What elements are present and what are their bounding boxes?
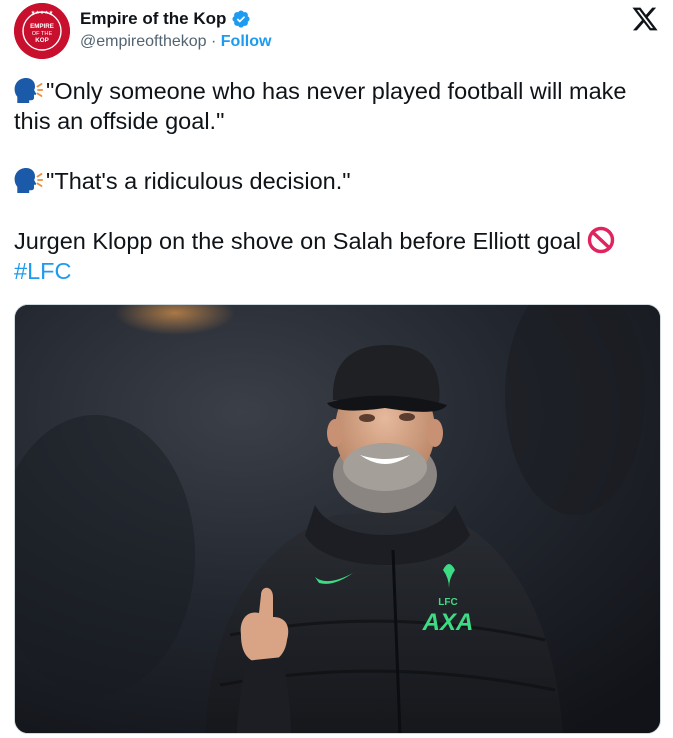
quote-2-text: "That's a ridiculous decision." <box>46 168 351 194</box>
klopp-photo: LFC AXA <box>15 305 660 733</box>
avatar[interactable]: ★★★★★ EMPIRE OF THE KOP <box>14 3 70 59</box>
tweet-card: ★★★★★ EMPIRE OF THE KOP Empire of the Ko… <box>0 0 673 738</box>
quote-1-text: "Only someone who has never played footb… <box>14 78 627 134</box>
shirt-sponsor-text: AXA <box>422 609 474 636</box>
account-info: Empire of the Kop @empireofthekop · Foll… <box>80 9 271 51</box>
handle-row: @empireofthekop · Follow <box>80 33 271 51</box>
handle[interactable]: @empireofthekop <box>80 33 207 50</box>
shirt-crest-text: LFC <box>438 597 457 608</box>
quote-paragraph-2: "That's a ridiculous decision." <box>14 166 659 196</box>
body-text: Jurgen Klopp on the shove on Salah befor… <box>14 228 582 254</box>
quote-paragraph-1: "Only someone who has never played footb… <box>14 76 659 136</box>
tweet-photo[interactable]: LFC AXA <box>14 304 661 734</box>
speaking-head-icon <box>14 77 44 103</box>
separator: · <box>210 33 217 50</box>
body-paragraph: Jurgen Klopp on the shove on Salah befor… <box>14 226 659 256</box>
x-logo-icon[interactable] <box>631 5 659 33</box>
empire-of-the-kop-logo: ★★★★★ EMPIRE OF THE KOP <box>14 3 70 59</box>
speaking-head-icon <box>14 167 44 193</box>
no-entry-icon <box>587 226 615 254</box>
svg-text:★★★★★: ★★★★★ <box>31 10 54 16</box>
hashtag-paragraph: #LFC <box>14 256 659 286</box>
verified-badge-icon <box>231 9 251 29</box>
hashtag-link[interactable]: #LFC <box>14 258 71 284</box>
tweet-header: ★★★★★ EMPIRE OF THE KOP Empire of the Ko… <box>14 3 659 61</box>
avatar-line-1: EMPIRE <box>30 23 54 30</box>
avatar-line-3: KOP <box>35 37 48 44</box>
display-name[interactable]: Empire of the Kop <box>80 9 226 29</box>
follow-button[interactable]: Follow <box>221 33 272 50</box>
name-row: Empire of the Kop <box>80 9 271 29</box>
tweet-text: "Only someone who has never played footb… <box>14 76 659 286</box>
